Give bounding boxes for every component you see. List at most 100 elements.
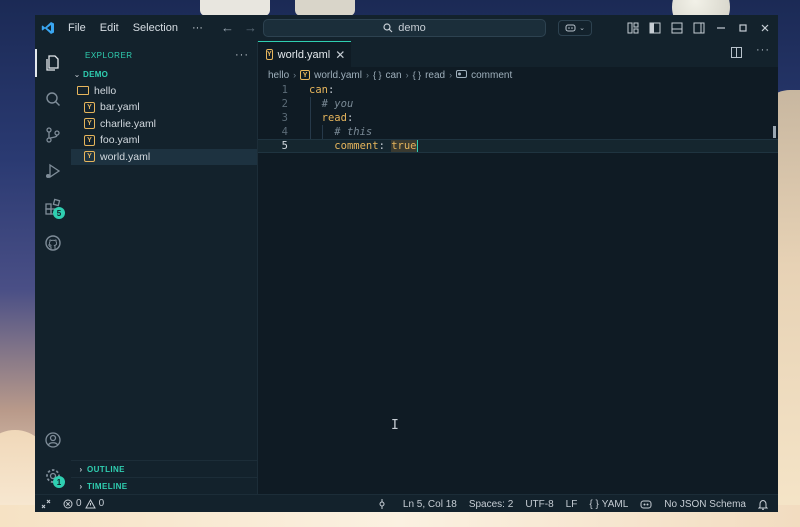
eol-status[interactable]: LF bbox=[560, 499, 584, 510]
object-icon: { } bbox=[372, 70, 382, 80]
file-label: world.yaml bbox=[100, 150, 151, 163]
file-item[interactable]: Y foo.yaml bbox=[71, 132, 257, 149]
timeline-section[interactable]: › TIMELINE bbox=[71, 477, 257, 494]
split-editor-icon[interactable] bbox=[731, 47, 742, 61]
menu-more[interactable]: ··· bbox=[185, 22, 210, 34]
yaml-file-icon: Y bbox=[84, 101, 95, 113]
folder-hello[interactable]: hello bbox=[71, 83, 257, 100]
code-editor[interactable]: 1 can: 2 # you 3 read: 4 # this 5 commen… bbox=[258, 83, 778, 494]
yaml-file-icon: Y bbox=[84, 134, 95, 146]
chevron-right-icon: › bbox=[79, 464, 83, 474]
breadcrumb-folder[interactable]: hello bbox=[268, 70, 289, 81]
ibeam-cursor-icon: I bbox=[391, 418, 399, 433]
yaml-comment: # you bbox=[321, 98, 354, 110]
yaml-file-icon: Y bbox=[266, 49, 273, 60]
line-number: 5 bbox=[281, 140, 288, 152]
yaml-file-icon: Y bbox=[84, 151, 95, 163]
breadcrumb-key[interactable]: comment bbox=[471, 70, 512, 81]
vscode-window: File Edit Selection ··· ← → demo ⌄ 5 1 E… bbox=[35, 15, 778, 512]
copilot-button[interactable]: ⌄ bbox=[558, 20, 592, 36]
tab-label: world.yaml bbox=[277, 48, 331, 61]
workspace-root[interactable]: ⌄ DEMO bbox=[71, 66, 257, 83]
folder-label: hello bbox=[94, 84, 117, 97]
yaml-key: comment bbox=[334, 140, 379, 152]
settings-gear-icon[interactable]: 1 bbox=[35, 458, 71, 494]
tab-world-yaml[interactable]: Y world.yaml ✕ bbox=[258, 41, 351, 67]
search-text: demo bbox=[398, 22, 426, 34]
object-icon: { } bbox=[412, 70, 422, 80]
json-schema-status[interactable]: No JSON Schema bbox=[658, 499, 752, 510]
language-mode[interactable]: { } YAML bbox=[583, 499, 634, 510]
yaml-file-icon: Y bbox=[300, 70, 311, 80]
menu-selection[interactable]: Selection bbox=[126, 22, 185, 34]
copilot-icon bbox=[565, 24, 576, 32]
explorer-icon[interactable] bbox=[35, 45, 71, 81]
back-arrow-icon[interactable]: ← bbox=[221, 20, 234, 35]
line-number: 3 bbox=[281, 112, 288, 124]
toggle-panel-icon[interactable] bbox=[670, 21, 684, 35]
minimize-icon[interactable] bbox=[714, 21, 728, 35]
encoding-status[interactable]: UTF-8 bbox=[519, 499, 559, 510]
account-icon[interactable] bbox=[35, 422, 71, 458]
menu-file[interactable]: File bbox=[61, 22, 93, 34]
file-item[interactable]: Y charlie.yaml bbox=[71, 116, 257, 133]
chevron-down-icon: ⌄ bbox=[73, 69, 81, 79]
file-item-selected[interactable]: Y world.yaml bbox=[71, 148, 257, 165]
boolean-icon bbox=[456, 70, 468, 80]
run-debug-icon[interactable] bbox=[35, 153, 71, 189]
editor-area: Y world.yaml ✕ ··· hello › Y world.yaml … bbox=[258, 41, 778, 494]
scrollbar-marker[interactable] bbox=[773, 126, 776, 138]
tab-bar: Y world.yaml ✕ ··· bbox=[258, 41, 778, 67]
cursor-position[interactable]: Ln 5, Col 18 bbox=[393, 499, 463, 510]
breadcrumb-file[interactable]: world.yaml bbox=[314, 70, 362, 81]
source-control-icon[interactable] bbox=[35, 117, 71, 153]
background-shape bbox=[200, 0, 270, 16]
timeline-label: TIMELINE bbox=[87, 481, 128, 491]
notifications-bell-icon[interactable] bbox=[752, 499, 774, 510]
search-icon[interactable] bbox=[35, 81, 71, 117]
menu-edit[interactable]: Edit bbox=[93, 22, 126, 34]
braces-icon: { } bbox=[589, 498, 599, 510]
warning-icon bbox=[84, 498, 96, 508]
file-item[interactable]: Y bar.yaml bbox=[71, 99, 257, 116]
toggle-secondary-sidebar-icon[interactable] bbox=[692, 21, 706, 35]
background-shape bbox=[295, 0, 355, 16]
search-icon bbox=[383, 23, 393, 33]
status-bar: 0 0 Ln 5, Col 18 Spaces: 2 UTF-8 LF { } … bbox=[35, 494, 778, 512]
title-bar: File Edit Selection ··· ← → demo ⌄ bbox=[35, 15, 778, 41]
toggle-sidebar-icon[interactable] bbox=[648, 21, 662, 35]
chevron-right-icon: › bbox=[365, 70, 369, 80]
yaml-key: can bbox=[309, 84, 328, 96]
explorer-more-button[interactable]: ··· bbox=[235, 49, 249, 61]
chevron-down-icon: ⌄ bbox=[579, 25, 585, 32]
indentation-status[interactable]: Spaces: 2 bbox=[463, 499, 519, 510]
code-line: 2 # you bbox=[258, 97, 778, 111]
problems-status[interactable]: 0 0 bbox=[57, 498, 110, 509]
github-icon[interactable] bbox=[35, 225, 71, 261]
chevron-right-icon: › bbox=[79, 481, 83, 491]
error-count: 0 bbox=[76, 498, 82, 509]
close-icon[interactable] bbox=[758, 21, 772, 35]
error-icon bbox=[63, 499, 73, 508]
forward-arrow-icon[interactable]: → bbox=[244, 20, 257, 35]
line-number: 1 bbox=[281, 84, 288, 96]
breadcrumb-key[interactable]: can bbox=[385, 70, 401, 81]
yaml-file-icon: Y bbox=[84, 118, 95, 130]
git-commit-icon[interactable] bbox=[371, 499, 393, 509]
menu-bar: File Edit Selection ··· bbox=[61, 22, 210, 34]
outline-section[interactable]: › OUTLINE bbox=[71, 460, 257, 477]
copilot-status-icon[interactable] bbox=[634, 499, 658, 509]
line-number: 2 bbox=[281, 98, 288, 110]
line-number: 4 bbox=[281, 126, 288, 138]
breadcrumb: hello › Y world.yaml › { } can › { } rea… bbox=[258, 67, 778, 83]
breadcrumb-key[interactable]: read bbox=[425, 70, 445, 81]
customize-layout-icon[interactable] bbox=[626, 21, 640, 35]
extensions-icon[interactable]: 5 bbox=[35, 189, 71, 225]
more-actions-icon[interactable]: ··· bbox=[756, 44, 770, 61]
chevron-right-icon: › bbox=[405, 70, 409, 80]
remote-icon[interactable] bbox=[35, 499, 57, 509]
command-center-search[interactable]: demo bbox=[263, 19, 546, 37]
maximize-icon[interactable] bbox=[736, 21, 750, 35]
close-tab-icon[interactable]: ✕ bbox=[335, 48, 345, 62]
code-line: 4 # this bbox=[258, 125, 778, 139]
